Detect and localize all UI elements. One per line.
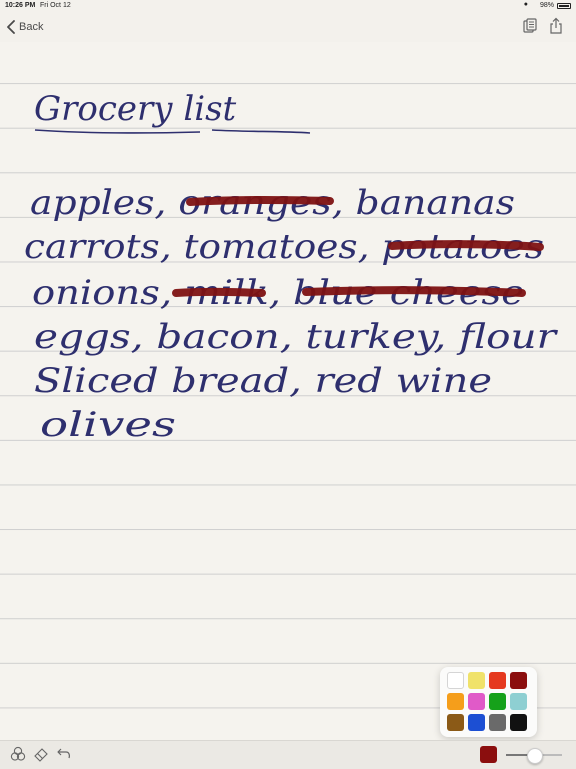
strikethrough-mark: [172, 287, 266, 297]
eraser-icon[interactable]: [33, 746, 49, 762]
battery-percentage: 98%: [539, 2, 554, 9]
back-button[interactable]: Back: [6, 17, 43, 37]
color-swatch[interactable]: [447, 714, 464, 731]
color-picker-popover: [440, 667, 537, 737]
status-bar: 10:26 PM Fri Oct 12 ● 98%: [0, 0, 576, 12]
strikethrough-mark: [186, 196, 334, 206]
color-swatch[interactable]: [468, 672, 485, 689]
status-date: Fri Oct 12: [40, 2, 71, 9]
note-title: Grocery list: [34, 89, 237, 129]
color-swatch[interactable]: [447, 672, 464, 689]
share-icon[interactable]: [547, 17, 565, 35]
color-swatch[interactable]: [468, 714, 485, 731]
handwritten-note: Grocery list apples, oranges, bananas ca…: [24, 89, 558, 445]
nav-bar: Back: [0, 12, 576, 42]
note-line: eggs, bacon, turkey, flour: [34, 317, 558, 357]
slider-thumb[interactable]: [527, 748, 543, 764]
current-color-button[interactable]: [480, 746, 497, 763]
color-swatch[interactable]: [489, 672, 506, 689]
battery-icon: [557, 3, 571, 9]
copy-icon[interactable]: [521, 17, 539, 35]
color-swatch[interactable]: [510, 672, 527, 689]
shapes-icon[interactable]: [10, 746, 26, 762]
chevron-left-icon: [7, 20, 15, 34]
note-canvas[interactable]: Grocery list apples, oranges, bananas ca…: [0, 42, 576, 740]
color-swatch[interactable]: [510, 693, 527, 710]
note-lines: apples, oranges, bananas carrots, tomato…: [24, 183, 558, 445]
title-underline: [34, 129, 311, 134]
undo-icon[interactable]: [56, 746, 72, 762]
note-line: olives: [40, 405, 176, 445]
wifi-icon: ●: [523, 1, 528, 8]
color-swatch[interactable]: [510, 714, 527, 731]
color-swatch[interactable]: [489, 714, 506, 731]
status-time: 10:26 PM: [5, 2, 36, 9]
back-label: Back: [19, 21, 44, 33]
note-line: Sliced bread, red wine: [34, 361, 492, 401]
stroke-width-slider[interactable]: [506, 748, 562, 764]
color-swatch[interactable]: [468, 693, 485, 710]
color-swatch[interactable]: [447, 693, 464, 710]
strikethrough-mark: [388, 240, 544, 251]
strikethrough-mark: [302, 286, 526, 297]
bottom-toolbar: [0, 740, 576, 769]
color-swatch[interactable]: [489, 693, 506, 710]
color-grid: [447, 672, 527, 731]
